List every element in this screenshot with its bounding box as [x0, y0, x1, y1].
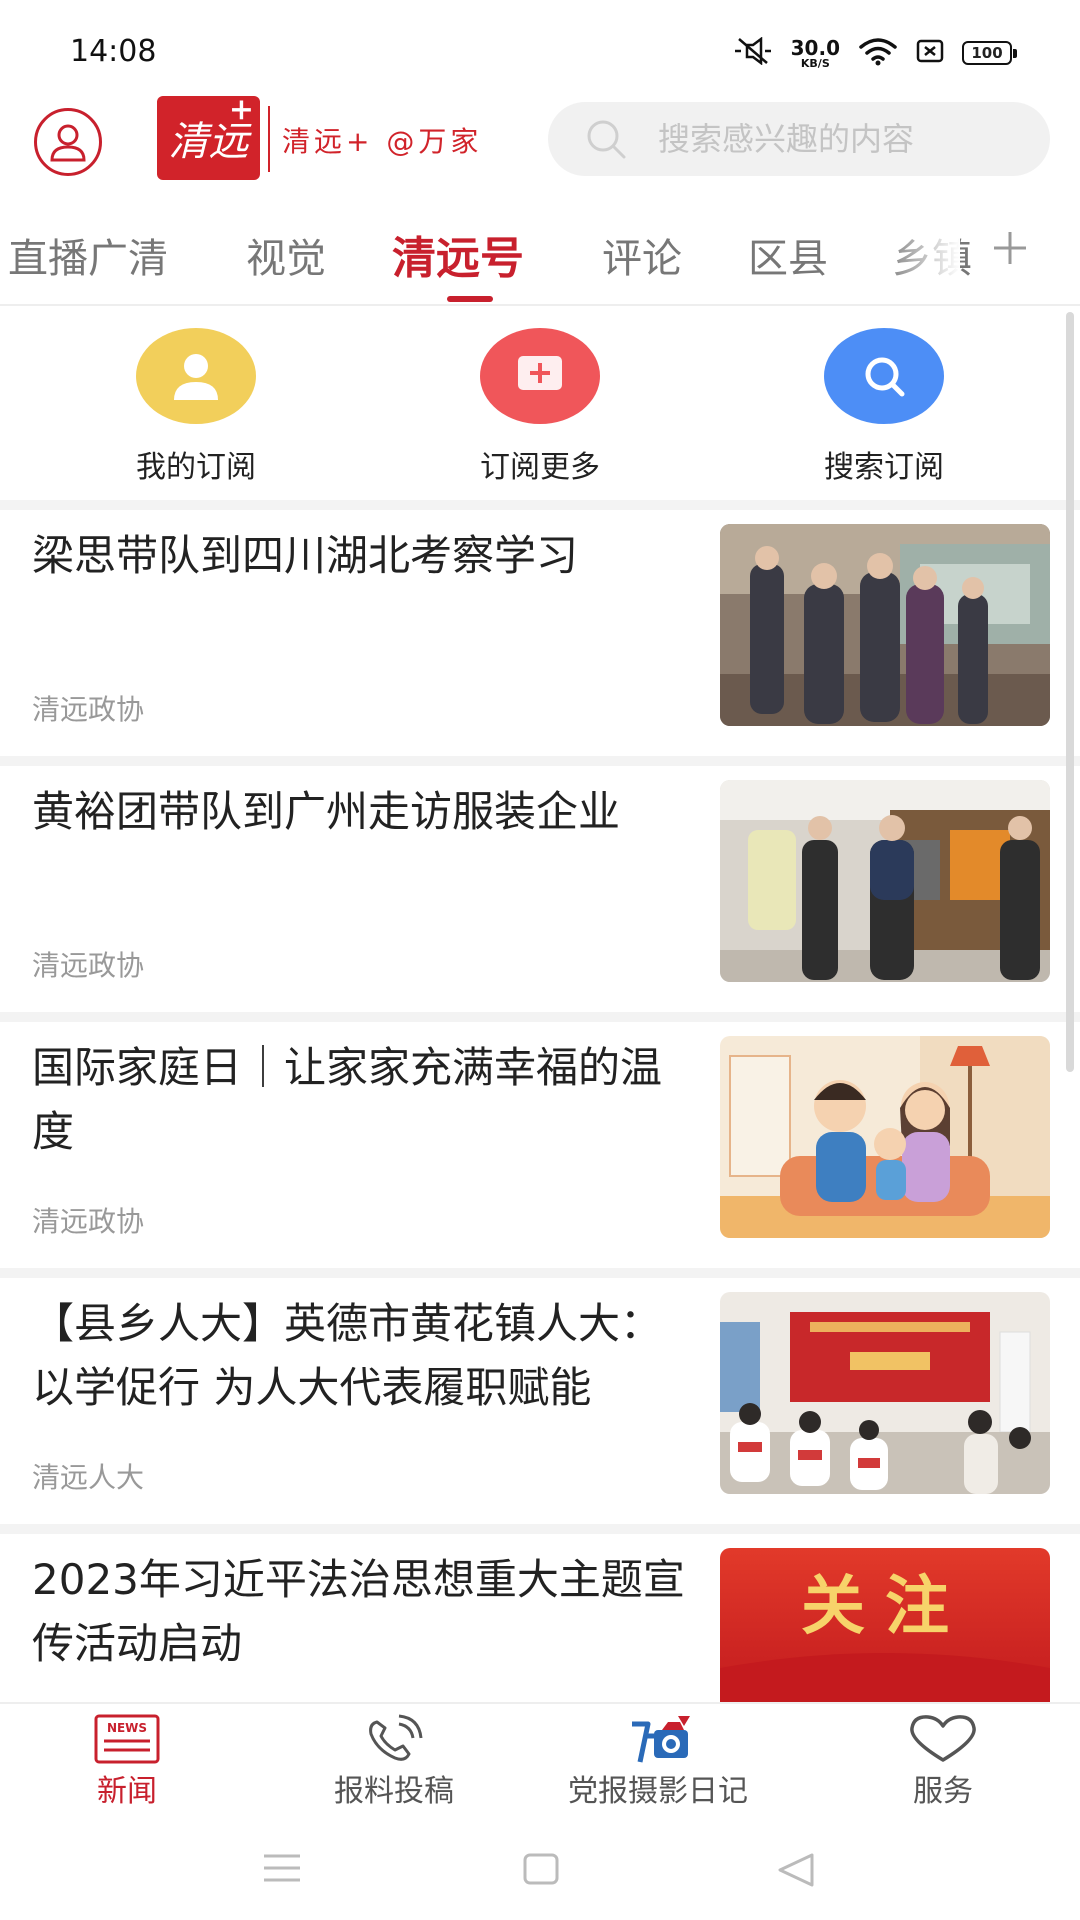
status-icons: 30.0 KB/S 100 [733, 36, 1017, 70]
tab-fade [880, 206, 960, 306]
my-subscriptions-button[interactable]: 我的订阅 [96, 328, 296, 486]
news-title: 【县乡人大】英德市黄花镇人大：以学促行 为人大代表履职赋能 [32, 1299, 663, 1412]
brand-text: 清远+ @万家 [282, 125, 483, 158]
search-subscriptions-button[interactable]: 搜索订阅 [784, 328, 984, 486]
nav-photo-diary[interactable]: 党报摄影日记 [568, 1714, 748, 1810]
search-bar[interactable] [548, 102, 1050, 176]
section-gap [0, 756, 1080, 766]
news-item[interactable]: 黄裕团带队到广州走访服装企业 清远政协 [0, 766, 1080, 1012]
nav-news[interactable]: NEWS 新闻 [92, 1714, 162, 1810]
scrollbar[interactable] [1066, 312, 1074, 1072]
search-input[interactable] [658, 120, 988, 158]
add-channel-button[interactable] [990, 224, 1030, 280]
net-speed-value: 30.0 [790, 35, 840, 60]
menu-icon [264, 1854, 300, 1882]
news-item[interactable]: 梁思带队到四川湖北考察学习 清远政协 [0, 510, 1080, 756]
news-item[interactable]: 2023年习近平法治思想重大主题宣传活动启动 关注 [0, 1534, 1080, 1702]
camera-icon [632, 1716, 690, 1763]
home-square-icon [523, 1853, 559, 1885]
news-source: 清远政协 [32, 693, 145, 726]
magnifier-icon [865, 357, 905, 397]
section-gap [0, 1524, 1080, 1534]
status-time: 14:08 [70, 34, 157, 69]
bottom-navigation: NEWS 新闻 报料投稿 党报摄影日记 服务 [0, 1702, 1080, 1812]
search-subscriptions-circle [824, 328, 944, 424]
tab-visual[interactable]: 视觉 [246, 226, 326, 284]
plus-icon [994, 232, 1026, 264]
header: 清远 + 清远+ @万家 [0, 92, 1080, 188]
user-avatar-button[interactable] [34, 108, 102, 176]
add-box-icon [518, 356, 562, 390]
tab-county[interactable]: 区县 [748, 226, 828, 284]
news-thumbnail [720, 524, 1050, 726]
section-gap [0, 1268, 1080, 1278]
back-triangle-icon [778, 1853, 814, 1887]
nav-services[interactable]: 服务 [906, 1714, 980, 1810]
net-speed-unit: KB/S [800, 56, 830, 70]
heart-icon [910, 1715, 976, 1762]
news-icon: NEWS [94, 1714, 160, 1764]
app-logo: 清远 + [157, 92, 260, 180]
nav-photo-diary-label: 党报摄影日记 [568, 1774, 748, 1809]
subscription-actions: 我的订阅 订阅更多 搜索订阅 [0, 306, 1080, 500]
tab-qingyuan-hao[interactable]: 清远号 [392, 222, 524, 286]
section-gap [0, 500, 1080, 510]
nav-report[interactable]: 报料投稿 [334, 1714, 454, 1810]
back-button[interactable] [776, 1852, 816, 1892]
system-navigation-bar [0, 1812, 1080, 1920]
channel-tabs: 直播广清 视觉 清远号 评论 区县 乡镇 [0, 206, 1080, 306]
logo-plus: + [228, 92, 254, 127]
logo-divider [268, 106, 270, 172]
news-thumbnail [720, 1292, 1050, 1494]
subscribe-more-circle [480, 328, 600, 424]
news-title: 2023年习近平法治思想重大主题宣传活动启动 [32, 1555, 685, 1668]
home-button[interactable] [522, 1852, 560, 1890]
news-item[interactable]: 国际家庭日｜让家家充满幸福的温度 清远政协 [0, 1022, 1080, 1268]
my-subscriptions-label: 我的订阅 [136, 450, 256, 485]
section-gap [0, 1012, 1080, 1022]
search-subscriptions-label: 搜索订阅 [824, 450, 944, 485]
banner-text: 关注 [801, 1570, 969, 1644]
news-source: 清远政协 [32, 1205, 145, 1238]
nav-report-label: 报料投稿 [334, 1774, 454, 1809]
news-title: 国际家庭日｜让家家充满幸福的温度 [32, 1043, 663, 1156]
my-subscriptions-circle [136, 328, 256, 424]
wifi-icon [858, 36, 898, 70]
news-thumbnail: 关注 [720, 1548, 1050, 1702]
subscribe-more-button[interactable]: 订阅更多 [440, 328, 640, 486]
subscribe-more-label: 订阅更多 [480, 450, 600, 485]
phone-icon [369, 1714, 423, 1761]
news-thumbnail [720, 1036, 1050, 1238]
status-bar: 14:08 30.0 KB/S 100 [0, 0, 1080, 96]
user-icon [50, 124, 86, 162]
search-icon [587, 120, 626, 159]
person-icon [174, 354, 218, 400]
battery-icon: 100 [962, 41, 1017, 65]
tab-live-guangqing[interactable]: 直播广清 [8, 226, 168, 284]
news-item[interactable]: 【县乡人大】英德市黄花镇人大：以学促行 为人大代表履职赋能 清远人大 [0, 1278, 1080, 1524]
news-source: 清远人大 [32, 1461, 145, 1494]
net-speed: 30.0 KB/S [791, 38, 840, 69]
svg-text:NEWS: NEWS [107, 1721, 147, 1735]
menu-button[interactable] [262, 1852, 302, 1888]
nav-news-label: 新闻 [97, 1774, 157, 1809]
news-thumbnail [720, 780, 1050, 982]
news-title: 梁思带队到四川湖北考察学习 [32, 531, 579, 580]
sim-icon [916, 38, 944, 68]
mute-icon [733, 36, 773, 69]
tab-comment[interactable]: 评论 [602, 226, 682, 284]
news-source: 清远政协 [32, 949, 145, 982]
nav-services-label: 服务 [913, 1774, 973, 1809]
news-title: 黄裕团带队到广州走访服装企业 [32, 787, 621, 836]
active-tab-indicator [447, 296, 493, 302]
